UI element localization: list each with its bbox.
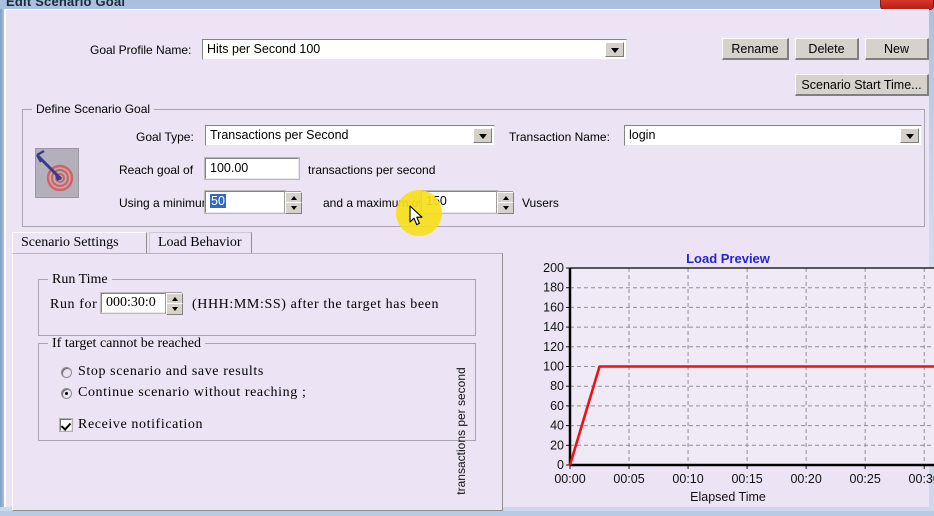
delete-button[interactable]: Delete — [795, 38, 859, 60]
rename-button[interactable]: Rename — [722, 38, 789, 60]
goal-profile-name-combo[interactable]: Hits per Second 100 — [202, 39, 627, 60]
svg-text:160: 160 — [543, 300, 564, 314]
svg-text:00:00: 00:00 — [554, 472, 585, 486]
svg-text:00:05: 00:05 — [613, 472, 644, 486]
tab-scenario-settings[interactable]: Scenario Settings — [12, 232, 147, 253]
svg-text:120: 120 — [543, 340, 564, 354]
goal-type-label: Goal Type: — [136, 130, 194, 144]
chevron-down-icon[interactable] — [900, 128, 919, 143]
chart-y-axis-label: transactions per second — [454, 367, 468, 495]
target-bullseye-icon — [35, 148, 79, 198]
run-for-value: 000:30:0 — [106, 295, 156, 310]
svg-text:00:25: 00:25 — [850, 472, 881, 486]
run-for-stepper[interactable] — [165, 292, 183, 315]
goal-profile-name-label: Goal Profile Name: — [90, 43, 192, 57]
stepper-down-icon[interactable] — [166, 303, 183, 315]
svg-text:40: 40 — [550, 419, 564, 433]
svg-text:00:30: 00:30 — [909, 472, 934, 486]
chevron-down-icon[interactable] — [605, 42, 624, 57]
goal-type-value: Transactions per Second — [210, 128, 349, 142]
svg-text:200: 200 — [543, 261, 564, 275]
radio-continue-scenario-label: Continue scenario without reaching ; — [78, 385, 307, 400]
svg-text:00:20: 00:20 — [790, 472, 821, 486]
transaction-name-value: login — [629, 128, 656, 142]
svg-text:0: 0 — [557, 458, 564, 472]
define-scenario-goal-title: Define Scenario Goal — [32, 102, 155, 116]
stepper-down-icon[interactable] — [497, 202, 514, 214]
chart-x-axis-label: Elapsed Time — [690, 490, 766, 504]
minimum-vusers-stepper[interactable] — [284, 191, 302, 214]
svg-text:80: 80 — [550, 379, 564, 393]
radio-stop-scenario[interactable] — [61, 367, 72, 378]
svg-text:00:10: 00:10 — [672, 472, 703, 486]
load-preview-chart: Load Preview transactions per second 0 20… — [454, 246, 934, 511]
goal-profile-name-value: Hits per Second 100 — [207, 42, 321, 56]
reach-goal-input[interactable]: 100.00 — [204, 157, 300, 180]
screen-root: Edit Scenario Goal Goal Profile Name: Hi… — [0, 0, 934, 511]
radio-continue-scenario[interactable] — [61, 388, 72, 399]
svg-text:60: 60 — [550, 399, 564, 413]
mouse-pointer-icon — [409, 205, 425, 230]
svg-text:00:15: 00:15 — [731, 472, 762, 486]
reach-goal-label: Reach goal of — [119, 163, 194, 177]
run-for-input[interactable]: 000:30:0 — [100, 292, 172, 314]
new-button[interactable]: New — [865, 38, 929, 60]
window-title: Edit Scenario Goal — [6, 0, 126, 9]
reach-goal-value: 100.00 — [210, 161, 249, 175]
svg-text:20: 20 — [550, 438, 564, 452]
checkbox-receive-notification-label: Receive notification — [78, 417, 204, 432]
tab-load-behavior[interactable]: Load Behavior — [149, 232, 252, 253]
scenario-start-time-button[interactable]: Scenario Start Time... — [795, 74, 929, 96]
checkbox-receive-notification[interactable] — [59, 418, 73, 432]
run-for-label: Run for — [50, 297, 98, 312]
reach-goal-units: transactions per second — [308, 163, 436, 177]
maximum-vusers-stepper[interactable] — [496, 191, 514, 214]
minimum-vusers-value: 50 — [210, 194, 226, 208]
transaction-name-combo[interactable]: login — [624, 125, 922, 146]
svg-text:100: 100 — [543, 360, 564, 374]
if-target-title: If target cannot be reached — [48, 336, 205, 352]
transaction-name-label: Transaction Name: — [509, 130, 610, 144]
vusers-label: Vusers — [522, 196, 559, 210]
goal-type-combo[interactable]: Transactions per Second — [205, 125, 495, 146]
svg-text:180: 180 — [543, 281, 564, 295]
run-for-suffix: (HHH:MM:SS) after the target has been — [192, 297, 440, 312]
svg-text:140: 140 — [543, 320, 564, 334]
tabstrip: Scenario Settings Load Behavior — [12, 232, 502, 254]
chart-canvas: 0 20 40 60 80 100 120 140 160 180 200 00:00 00:05 00:… — [543, 261, 934, 486]
radio-stop-scenario-label: Stop scenario and save results — [78, 364, 264, 379]
stepper-down-icon[interactable] — [285, 202, 302, 214]
edit-scenario-goal-dialog: Goal Profile Name: Hits per Second 100 R… — [4, 9, 934, 511]
run-time-title: Run Time — [48, 272, 112, 288]
minimum-vusers-input[interactable]: 50 — [204, 190, 286, 214]
chevron-down-icon[interactable] — [473, 128, 492, 143]
